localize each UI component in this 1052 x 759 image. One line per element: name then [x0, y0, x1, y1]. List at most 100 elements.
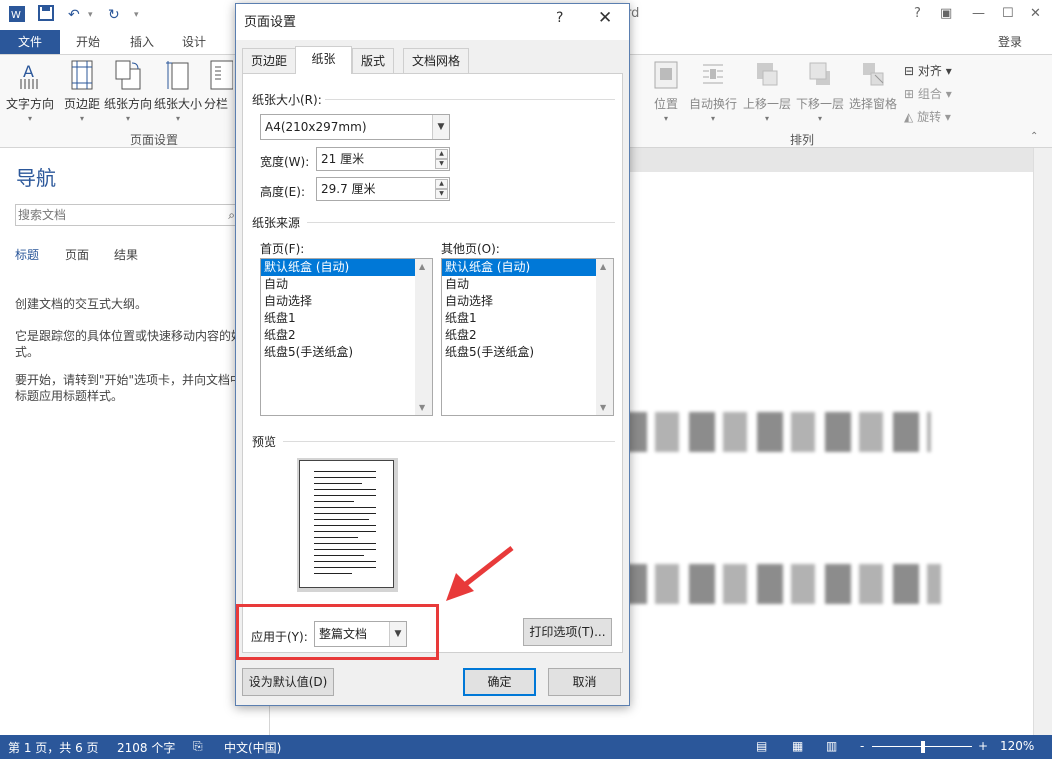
web-layout-icon[interactable]: ▥ — [826, 739, 837, 753]
dropdown-caret-icon: ▾ — [175, 114, 180, 123]
minimize-icon[interactable]: — — [972, 6, 985, 21]
cancel-button[interactable]: 取消 — [548, 668, 621, 696]
height-spinner[interactable]: 29.7 厘米 ▲ ▼ — [316, 177, 450, 201]
ribbon-display-icon[interactable]: ▣ — [940, 6, 952, 21]
list-item[interactable]: 自动 — [442, 276, 613, 293]
first-page-list[interactable]: 默认纸盒 (自动) 自动 自动选择 纸盘1 纸盘2 纸盘5(手送纸盒) ▲ ▼ — [260, 258, 433, 416]
paper-size-button[interactable]: 纸张大小 ▾ — [152, 59, 204, 123]
scroll-up-icon[interactable]: ▲ — [600, 262, 606, 271]
dialog-close-icon[interactable]: ✕ — [598, 8, 612, 28]
paper-size-select[interactable]: A4(210x297mm) ▼ — [260, 114, 450, 140]
annotation-arrow-icon — [446, 546, 514, 601]
nav-tab-results[interactable]: 结果 — [114, 246, 138, 263]
search-icon[interactable]: ⌕ — [228, 205, 235, 225]
page-preview — [297, 458, 398, 592]
list-item[interactable]: 纸盘2 — [442, 327, 613, 344]
blurred-text-line — [621, 412, 931, 452]
tab-home[interactable]: 开始 — [68, 30, 108, 54]
nav-tab-pages[interactable]: 页面 — [65, 246, 89, 263]
status-word-count[interactable]: 2108 个字 — [117, 739, 175, 756]
print-options-button[interactable]: 打印选项(T)... — [523, 618, 612, 646]
undo-dropdown-icon[interactable]: ▾ — [88, 5, 93, 25]
columns-button[interactable]: 分栏 — [204, 59, 234, 112]
undo-icon[interactable]: ↶ — [68, 5, 80, 25]
tab-layout[interactable]: 版式 — [352, 48, 395, 73]
list-item[interactable]: 纸盘1 — [261, 310, 432, 327]
selection-pane-button[interactable]: 选择窗格 — [846, 59, 900, 112]
selection-pane-icon — [863, 63, 884, 86]
bring-forward-button[interactable]: 上移一层 ▾ — [740, 59, 794, 123]
scroll-down-icon[interactable]: ▼ — [419, 403, 425, 412]
width-spinner[interactable]: 21 厘米 ▲ ▼ — [316, 147, 450, 171]
send-backward-icon — [809, 62, 830, 85]
preview-section-label: 预览 — [252, 435, 277, 449]
close-icon[interactable]: ✕ — [1030, 6, 1041, 21]
dropdown-caret-icon: ▾ — [27, 114, 32, 123]
set-default-button[interactable]: 设为默认值(D) — [242, 668, 334, 696]
svg-text:A: A — [23, 62, 34, 81]
list-scrollbar[interactable]: ▲ ▼ — [415, 259, 432, 415]
spin-up-icon[interactable]: ▲ — [435, 149, 448, 159]
list-item[interactable]: 纸盘2 — [261, 327, 432, 344]
nav-search-input[interactable]: 搜索文档 ⌕ — [15, 204, 240, 226]
status-language[interactable]: 中文(中国) — [224, 739, 281, 756]
divider — [307, 222, 615, 223]
tab-document-grid[interactable]: 文档网格 — [403, 48, 470, 73]
maximize-icon[interactable]: ☐ — [1002, 6, 1014, 21]
status-page-count[interactable]: 第 1 页，共 6 页 — [8, 739, 99, 756]
nav-tab-headings[interactable]: 标题 — [15, 246, 39, 263]
tab-paper[interactable]: 纸张 — [295, 46, 352, 74]
wrap-text-button[interactable]: 自动换行 ▾ — [686, 59, 740, 123]
group-label-page-setup: 页面设置 — [130, 133, 179, 147]
list-item[interactable]: 纸盘1 — [442, 310, 613, 327]
save-icon[interactable] — [38, 5, 54, 25]
text-direction-button[interactable]: A 文字方向 ▾ — [4, 59, 56, 123]
list-item[interactable]: 自动选择 — [261, 293, 432, 310]
list-item[interactable]: 默认纸盒 (自动) — [442, 259, 613, 276]
spin-up-icon[interactable]: ▲ — [435, 179, 448, 189]
tab-file[interactable]: 文件 — [0, 30, 60, 54]
zoom-level[interactable]: 120% — [1000, 739, 1034, 753]
vertical-scrollbar[interactable] — [1033, 148, 1052, 735]
scroll-up-icon[interactable]: ▲ — [419, 262, 425, 271]
chevron-down-icon[interactable]: ▼ — [432, 115, 449, 139]
zoom-in-button[interactable]: + — [978, 739, 988, 753]
rotate-button[interactable]: ◭ 旋转 ▾ — [904, 108, 951, 125]
orientation-button[interactable]: 纸张方向 ▾ — [102, 59, 154, 123]
scroll-down-icon[interactable]: ▼ — [600, 403, 606, 412]
customize-qa-icon[interactable]: ▾ — [134, 5, 139, 25]
list-scrollbar[interactable]: ▲ ▼ — [596, 259, 613, 415]
help-icon[interactable]: ? — [914, 6, 921, 21]
list-item[interactable]: 自动选择 — [442, 293, 613, 310]
collapse-ribbon-icon[interactable]: ⌃ — [1030, 131, 1038, 142]
margins-button[interactable]: 页边距 ▾ — [56, 59, 108, 123]
tab-margins[interactable]: 页边距 — [242, 48, 297, 73]
ok-button[interactable]: 确定 — [463, 668, 536, 696]
login-link[interactable]: 登录 — [998, 33, 1022, 50]
list-item[interactable]: 默认纸盒 (自动) — [261, 259, 432, 276]
position-button[interactable]: 位置 ▾ — [643, 59, 689, 123]
paper-source-section-label: 纸张来源 — [252, 216, 301, 230]
other-pages-label: 其他页(O): — [441, 242, 500, 256]
send-backward-button[interactable]: 下移一层 ▾ — [793, 59, 847, 123]
list-item[interactable]: 自动 — [261, 276, 432, 293]
zoom-out-button[interactable]: - — [860, 739, 864, 753]
redo-icon[interactable]: ↻ — [108, 5, 120, 25]
highlight-box — [236, 604, 439, 660]
zoom-slider-thumb[interactable] — [921, 741, 925, 753]
read-mode-icon[interactable]: ▤ — [756, 739, 767, 753]
list-item[interactable]: 纸盘5(手送纸盒) — [261, 344, 432, 361]
dialog-help-icon[interactable]: ? — [556, 10, 563, 26]
blurred-text-line — [621, 564, 941, 604]
spin-down-icon[interactable]: ▼ — [435, 189, 448, 199]
tab-design[interactable]: 设计 — [174, 30, 214, 54]
tab-insert[interactable]: 插入 — [122, 30, 162, 54]
align-button[interactable]: ⊟ 对齐 ▾ — [904, 62, 952, 79]
proofing-icon[interactable]: ⎘ — [193, 739, 203, 754]
word-logo-icon: W — [8, 5, 26, 25]
list-item[interactable]: 纸盘5(手送纸盒) — [442, 344, 613, 361]
group-button[interactable]: ⊞ 组合 ▾ — [904, 85, 952, 102]
other-pages-list[interactable]: 默认纸盒 (自动) 自动 自动选择 纸盘1 纸盘2 纸盘5(手送纸盒) ▲ ▼ — [441, 258, 614, 416]
print-layout-icon[interactable]: ▦ — [792, 739, 803, 753]
spin-down-icon[interactable]: ▼ — [435, 159, 448, 169]
